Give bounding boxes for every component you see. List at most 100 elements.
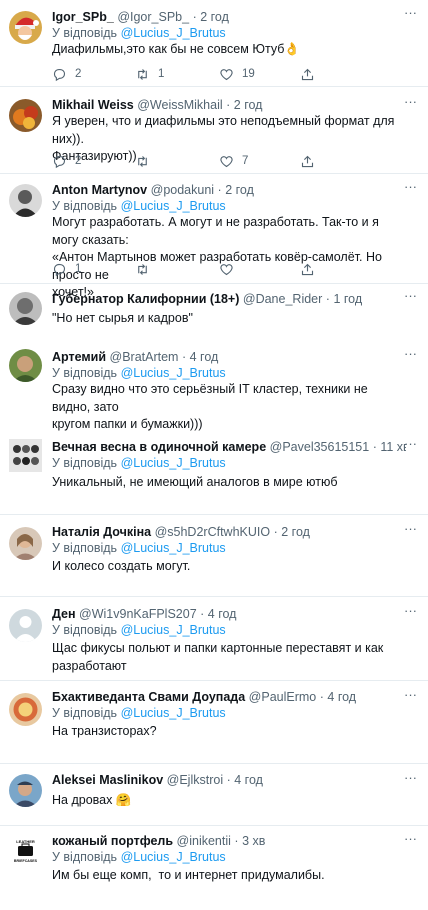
retweet-icon	[138, 263, 147, 275]
author-name[interactable]: Anton Martynov	[52, 183, 147, 197]
author-name[interactable]: Aleksei Maslinikov	[52, 773, 163, 787]
author-handle[interactable]: @BratArtem	[110, 350, 179, 364]
like-button[interactable]: 19	[219, 66, 255, 82]
man-cap-avatar[interactable]	[9, 774, 42, 807]
reply-tweet[interactable]: ··· Губернатор Калифорнии (18+) @Dane_Ri…	[0, 284, 428, 341]
timestamp[interactable]: 4 год	[190, 350, 219, 364]
retweet-button[interactable]	[135, 261, 158, 277]
woman-avatar[interactable]	[9, 527, 42, 560]
mention-link[interactable]: @Lucius_J_Brutus	[121, 623, 226, 637]
author-name[interactable]: Артемий	[52, 350, 106, 364]
author-name[interactable]: Ден	[52, 607, 76, 621]
reply-tweet[interactable]: ··· Наталія Дочкіна @s5hD2rCftwhKUIO · 2…	[0, 515, 428, 597]
timestamp[interactable]: 2 год	[225, 183, 254, 197]
briefcase-logo-text: LEATHER	[16, 839, 35, 844]
author-name[interactable]: Бхактиведанта Свами Доупада	[52, 690, 245, 704]
reply-tweet[interactable]: ··· Mikhail Weiss @WeissMikhail · 2 год …	[0, 87, 428, 174]
separator-dot: ·	[200, 607, 205, 621]
reply-tweet[interactable]: ··· Igor_SPb_ @Igor_SPb_ · 2 год У відпо…	[0, 0, 428, 87]
reply-context: У відповідь @Lucius_J_Brutus	[52, 198, 406, 214]
mention-link[interactable]: @Lucius_J_Brutus	[121, 26, 226, 40]
author-handle[interactable]: @s5hD2rCftwhKUIO	[155, 525, 271, 539]
fruit-avatar[interactable]	[9, 99, 42, 132]
reply-tweet[interactable]: ··· Anton Martynov @podakuni · 2 год У в…	[0, 174, 428, 299]
mention-link[interactable]: @Lucius_J_Brutus	[121, 456, 226, 470]
more-options-icon[interactable]: ···	[404, 347, 418, 360]
author-handle[interactable]: @Pavel35615151	[270, 440, 370, 454]
bw-face-avatar[interactable]	[9, 292, 42, 325]
reply-tweet[interactable]: ··· Aleksei Maslinikov @Ejlkstroi · 4 го…	[0, 764, 428, 826]
author-name[interactable]: Губернатор Калифорнии (18+)	[52, 292, 239, 306]
author-handle[interactable]: @Dane_Rider	[243, 292, 322, 306]
reply-tweet[interactable]: ··· Бхактиведанта Свами Доупада @PaulErm…	[0, 681, 428, 764]
author-handle[interactable]: @inikentii	[177, 834, 231, 848]
more-options-icon[interactable]: ···	[404, 832, 418, 845]
retweet-button[interactable]	[135, 153, 158, 169]
reply-tweet[interactable]: LEATHER BRIEFCASES ··· кожаный портфель @…	[0, 826, 428, 910]
retweet-button[interactable]: 1	[135, 66, 164, 82]
more-options-icon[interactable]: ···	[404, 522, 418, 535]
green-face-avatar[interactable]	[9, 349, 42, 382]
author-name[interactable]: Наталія Дочкіна	[52, 525, 151, 539]
more-options-icon[interactable]: ···	[404, 437, 418, 450]
group-photo-avatar[interactable]	[9, 439, 42, 472]
retweet-icon	[138, 155, 147, 167]
separator-dot: ·	[234, 834, 239, 848]
tweet-text: "Но нет сырья и кадров"	[52, 311, 193, 325]
more-options-icon[interactable]: ···	[404, 604, 418, 617]
timestamp[interactable]: 4 год	[327, 690, 356, 704]
briefcase-logo-avatar[interactable]: LEATHER BRIEFCASES	[9, 834, 42, 867]
author-handle[interactable]: @Ejlkstroi	[167, 773, 223, 787]
timestamp[interactable]: 3 хв	[242, 834, 265, 848]
share-button[interactable]	[300, 66, 315, 82]
mention-link[interactable]: @Lucius_J_Brutus	[121, 199, 226, 213]
reply-prefix: У відповідь	[52, 366, 118, 380]
reply-tweet[interactable]: ··· Ден @Wi1v9nKaFPlS207 · 4 год У відпо…	[0, 597, 428, 681]
timestamp[interactable]: 2 год	[234, 98, 263, 112]
more-options-icon[interactable]: ···	[404, 95, 418, 108]
reply-button[interactable]: 1	[52, 261, 81, 277]
reply-tweet[interactable]: ··· Артемий @BratArtem · 4 год У відпові…	[0, 341, 428, 431]
author-name[interactable]: Вечная весна в одиночной камере	[52, 440, 266, 454]
author-name[interactable]: Igor_SPb_	[52, 10, 114, 24]
reply-prefix: У відповідь	[52, 623, 118, 637]
author-handle[interactable]: @WeissMikhail	[137, 98, 222, 112]
mention-link[interactable]: @Lucius_J_Brutus	[121, 366, 226, 380]
heart-icon	[220, 68, 233, 80]
tweet-text: На дровах 🤗	[52, 793, 132, 807]
more-options-icon[interactable]: ···	[404, 771, 418, 784]
share-button[interactable]	[300, 261, 315, 277]
timestamp[interactable]: 1 год	[333, 292, 362, 306]
timestamp[interactable]: 2 год	[200, 10, 229, 24]
like-button[interactable]	[219, 261, 242, 277]
santa-avatar[interactable]	[9, 11, 42, 44]
author-handle[interactable]: @Wi1v9nKaFPlS207	[79, 607, 197, 621]
like-button[interactable]: 7	[219, 153, 248, 169]
more-options-icon[interactable]: ···	[404, 180, 418, 193]
author-handle[interactable]: @Igor_SPb_	[117, 10, 189, 24]
reply-button[interactable]: 2	[52, 153, 81, 169]
action-bar: 2 1 19	[52, 66, 352, 82]
mention-link[interactable]: @Lucius_J_Brutus	[121, 706, 226, 720]
more-options-icon[interactable]: ···	[404, 289, 418, 302]
author-handle[interactable]: @podakuni	[151, 183, 214, 197]
reply-tweet[interactable]: ··· Вечная весна в одиночной камере @Pav…	[0, 431, 428, 515]
separator-dot: ·	[273, 525, 278, 539]
author-handle[interactable]: @PaulErmo	[249, 690, 317, 704]
timestamp[interactable]: 4 год	[234, 773, 263, 787]
default-user-avatar[interactable]	[9, 609, 42, 642]
timestamp[interactable]: 4 год	[208, 607, 237, 621]
author-name[interactable]: кожаный портфель	[52, 834, 173, 848]
share-button[interactable]	[300, 153, 315, 169]
bw-portrait-avatar[interactable]	[9, 184, 42, 217]
separator-dot: ·	[192, 10, 197, 24]
mention-link[interactable]: @Lucius_J_Brutus	[121, 541, 226, 555]
author-name[interactable]: Mikhail Weiss	[52, 98, 134, 112]
timestamp[interactable]: 11 хв	[380, 440, 406, 454]
reply-button[interactable]: 2	[52, 66, 81, 82]
mention-link[interactable]: @Lucius_J_Brutus	[121, 850, 226, 864]
icon-art-avatar[interactable]	[9, 693, 42, 726]
more-options-icon[interactable]: ···	[404, 688, 418, 701]
timestamp[interactable]: 2 год	[281, 525, 310, 539]
more-options-icon[interactable]: ···	[404, 6, 418, 19]
